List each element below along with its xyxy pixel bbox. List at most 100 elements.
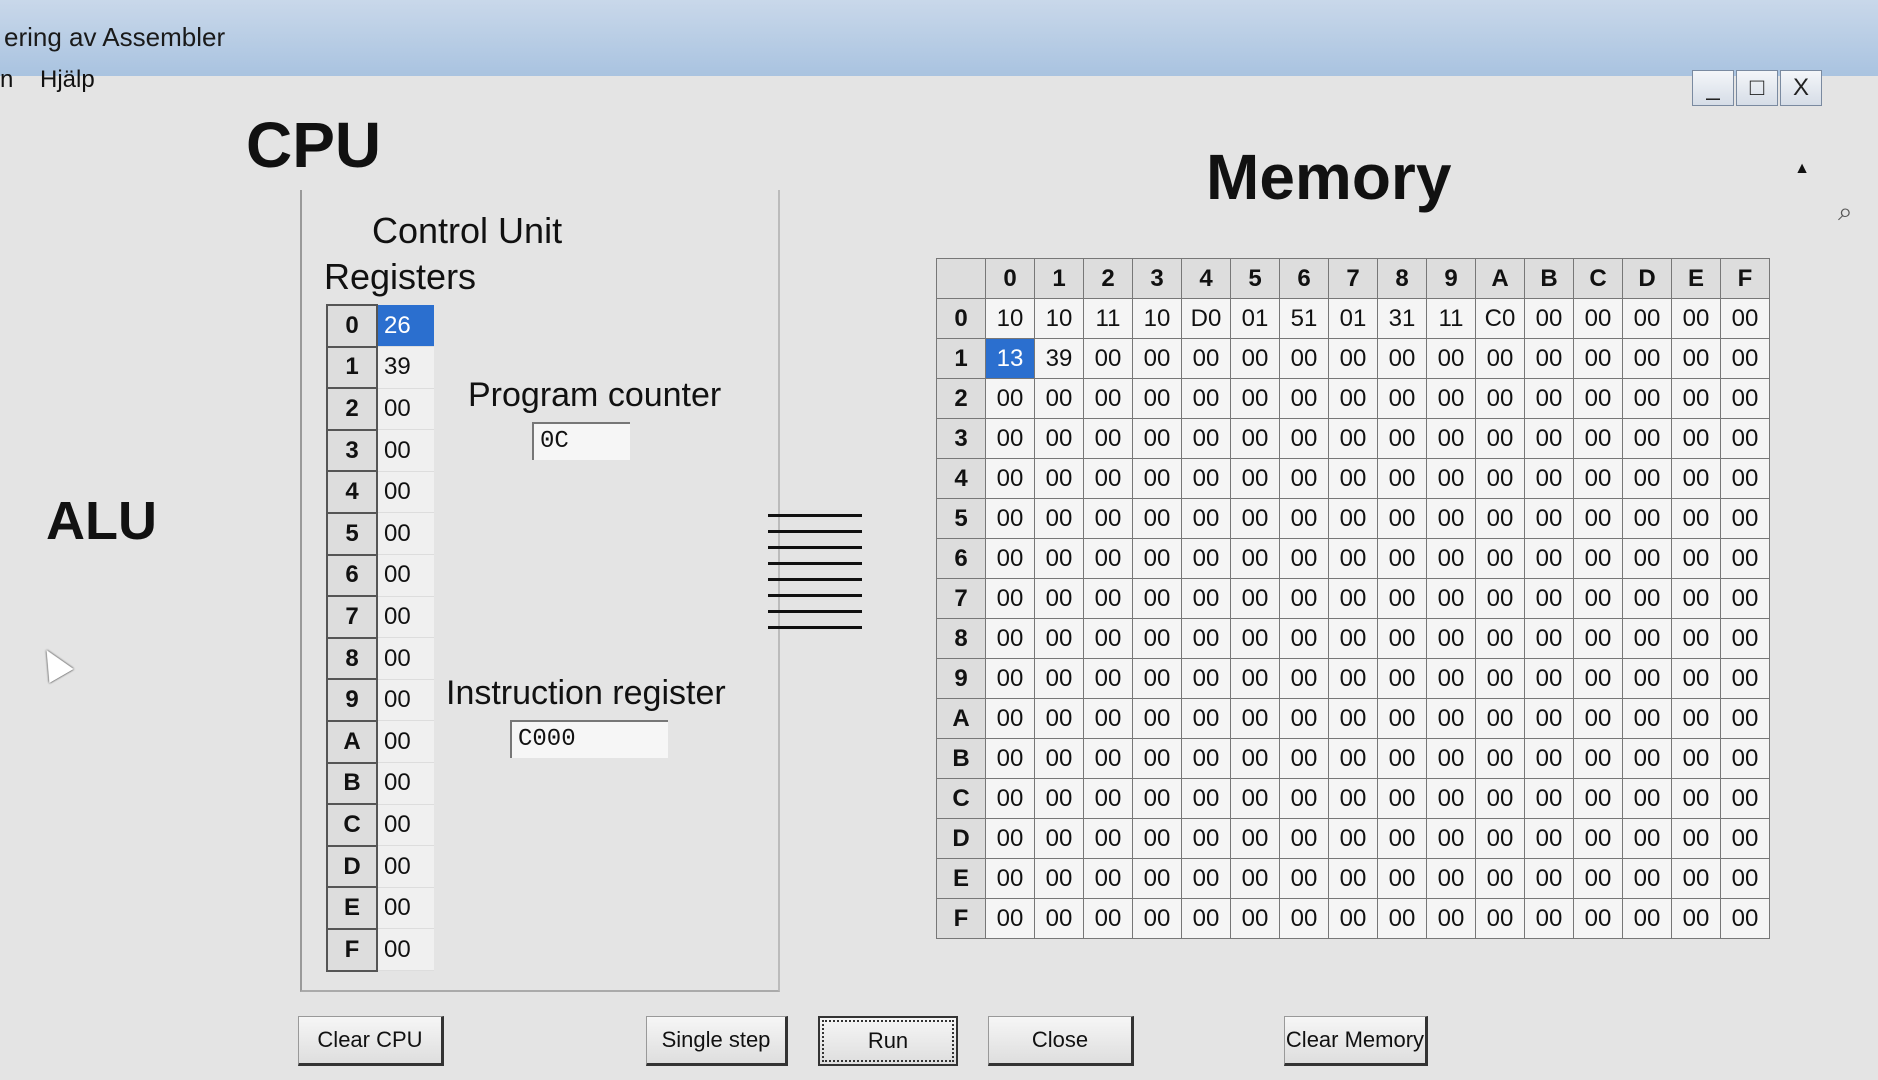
maximize-button[interactable]: □ <box>1736 70 1778 106</box>
memory-cell[interactable]: 00 <box>1671 578 1721 619</box>
memory-cell[interactable]: 00 <box>1622 578 1672 619</box>
memory-cell[interactable]: 39 <box>1034 338 1084 379</box>
memory-cell[interactable]: 00 <box>1083 658 1133 699</box>
memory-cell[interactable]: 00 <box>1034 458 1084 499</box>
search-icon[interactable]: ⌕ <box>1838 196 1853 228</box>
memory-cell[interactable]: 00 <box>1426 378 1476 419</box>
memory-cell[interactable]: 00 <box>1328 818 1378 859</box>
program-counter-field[interactable]: 0C <box>532 422 630 460</box>
memory-cell[interactable]: 00 <box>1622 378 1672 419</box>
memory-cell[interactable]: 00 <box>1083 338 1133 379</box>
memory-cell[interactable]: 00 <box>985 458 1035 499</box>
memory-cell[interactable]: 00 <box>1475 618 1525 659</box>
register-value[interactable]: 39 <box>377 346 434 389</box>
memory-cell[interactable]: 00 <box>985 418 1035 459</box>
memory-cell[interactable]: 00 <box>1034 498 1084 539</box>
memory-cell[interactable]: 00 <box>1622 538 1672 579</box>
memory-cell[interactable]: 00 <box>1426 898 1476 939</box>
memory-cell[interactable]: 00 <box>1524 738 1574 779</box>
memory-cell[interactable]: 00 <box>1377 418 1427 459</box>
memory-cell[interactable]: 00 <box>1426 538 1476 579</box>
memory-cell[interactable]: 00 <box>1573 458 1623 499</box>
memory-cell[interactable]: 00 <box>1426 698 1476 739</box>
memory-cell[interactable]: 00 <box>1573 738 1623 779</box>
menu-item-partial[interactable]: n <box>0 66 13 94</box>
memory-cell[interactable]: 00 <box>1671 738 1721 779</box>
memory-cell[interactable]: 00 <box>1132 538 1182 579</box>
memory-cell[interactable]: 00 <box>985 698 1035 739</box>
memory-cell[interactable]: 00 <box>1377 858 1427 899</box>
memory-cell[interactable]: 00 <box>1034 378 1084 419</box>
memory-cell[interactable]: 10 <box>985 298 1035 339</box>
memory-cell[interactable]: 00 <box>1573 658 1623 699</box>
memory-cell[interactable]: 00 <box>1083 538 1133 579</box>
memory-cell[interactable]: 00 <box>1279 618 1329 659</box>
memory-cell[interactable]: 00 <box>1230 858 1280 899</box>
memory-cell[interactable]: 00 <box>1524 618 1574 659</box>
memory-cell[interactable]: 00 <box>1622 818 1672 859</box>
memory-cell[interactable]: 00 <box>1181 898 1231 939</box>
memory-cell[interactable]: 00 <box>1720 738 1770 779</box>
memory-cell[interactable]: 00 <box>1132 578 1182 619</box>
memory-cell[interactable]: 00 <box>1573 378 1623 419</box>
memory-cell[interactable]: 00 <box>1720 778 1770 819</box>
memory-cell[interactable]: 00 <box>1328 458 1378 499</box>
memory-cell[interactable]: 11 <box>1083 298 1133 339</box>
memory-cell[interactable]: 00 <box>1230 538 1280 579</box>
memory-cell[interactable]: 00 <box>1279 698 1329 739</box>
memory-cell[interactable]: 00 <box>1230 658 1280 699</box>
memory-cell[interactable]: 00 <box>1328 618 1378 659</box>
memory-cell[interactable]: 00 <box>1132 458 1182 499</box>
memory-cell[interactable]: 00 <box>1720 378 1770 419</box>
memory-cell[interactable]: 00 <box>1524 538 1574 579</box>
register-value[interactable]: 00 <box>377 928 434 971</box>
memory-cell[interactable]: 00 <box>1720 538 1770 579</box>
menu-item-help[interactable]: Hjälp <box>40 66 95 94</box>
memory-cell[interactable]: 10 <box>1034 298 1084 339</box>
clear-cpu-button[interactable]: Clear CPU <box>298 1016 444 1066</box>
memory-cell[interactable]: 00 <box>1328 578 1378 619</box>
memory-cell[interactable]: 00 <box>1377 778 1427 819</box>
memory-cell[interactable]: 00 <box>1328 538 1378 579</box>
memory-cell[interactable]: 00 <box>1573 538 1623 579</box>
memory-cell[interactable]: 00 <box>1328 418 1378 459</box>
memory-cell[interactable]: 00 <box>1426 418 1476 459</box>
close-window-button[interactable]: X <box>1780 70 1822 106</box>
memory-cell[interactable]: 00 <box>1524 898 1574 939</box>
memory-cell[interactable]: 00 <box>1426 578 1476 619</box>
register-value[interactable]: 00 <box>377 512 434 556</box>
memory-cell[interactable]: 00 <box>1622 618 1672 659</box>
memory-cell[interactable]: 00 <box>985 818 1035 859</box>
memory-cell[interactable]: 00 <box>1377 458 1427 499</box>
register-value[interactable]: 00 <box>377 596 434 639</box>
memory-cell[interactable]: 00 <box>1475 498 1525 539</box>
memory-cell[interactable]: 00 <box>985 578 1035 619</box>
memory-cell[interactable]: 00 <box>1279 658 1329 699</box>
memory-cell[interactable]: 00 <box>1524 418 1574 459</box>
register-value[interactable]: 26 <box>377 305 434 348</box>
memory-cell[interactable]: 00 <box>1230 418 1280 459</box>
memory-cell[interactable]: 00 <box>1181 578 1231 619</box>
memory-cell[interactable]: 00 <box>1622 738 1672 779</box>
memory-cell[interactable]: 00 <box>1083 698 1133 739</box>
memory-cell[interactable]: 00 <box>1034 658 1084 699</box>
register-value[interactable]: 00 <box>377 429 434 472</box>
memory-cell[interactable]: 00 <box>1132 498 1182 539</box>
memory-cell[interactable]: 00 <box>1475 538 1525 579</box>
memory-cell[interactable]: 00 <box>1181 378 1231 419</box>
memory-cell[interactable]: 00 <box>1132 818 1182 859</box>
memory-cell[interactable]: 00 <box>1083 778 1133 819</box>
memory-cell[interactable]: 00 <box>1377 618 1427 659</box>
memory-cell[interactable]: 00 <box>1622 778 1672 819</box>
memory-cell[interactable]: 00 <box>1671 298 1721 339</box>
memory-cell[interactable]: 00 <box>1181 858 1231 899</box>
memory-cell[interactable]: 00 <box>1524 698 1574 739</box>
memory-cell[interactable]: 00 <box>1034 578 1084 619</box>
memory-cell[interactable]: 00 <box>1279 458 1329 499</box>
memory-cell[interactable]: 00 <box>1132 778 1182 819</box>
memory-cell[interactable]: 00 <box>1622 298 1672 339</box>
memory-cell[interactable]: 51 <box>1279 298 1329 339</box>
memory-cell[interactable]: 00 <box>1328 858 1378 899</box>
memory-cell[interactable]: 00 <box>1230 698 1280 739</box>
scroll-up-icon[interactable]: ▲ <box>1790 160 1814 184</box>
